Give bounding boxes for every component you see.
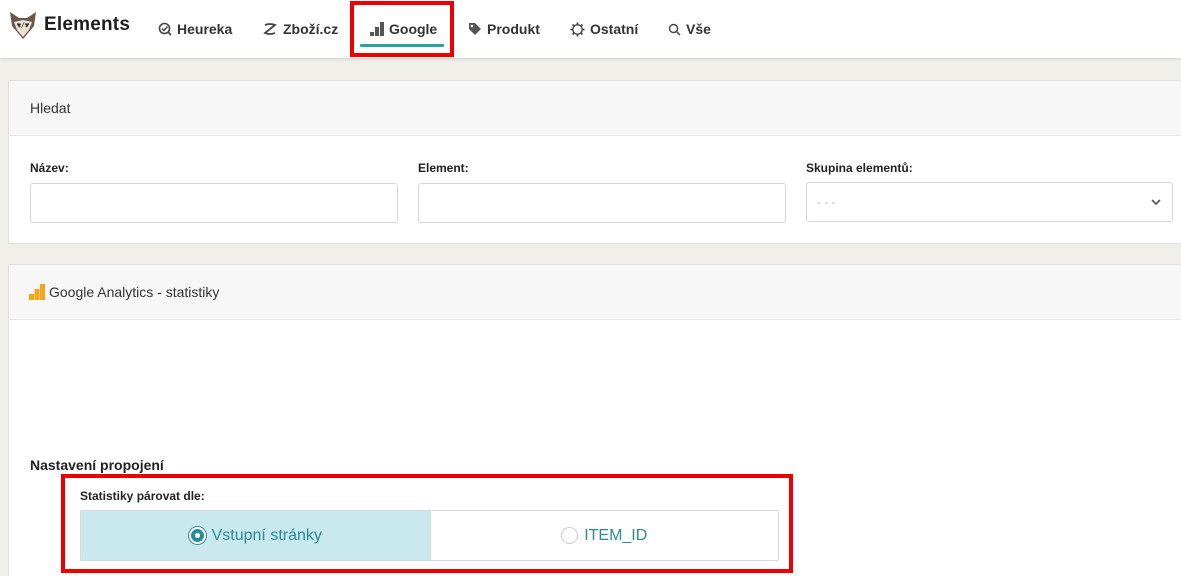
analytics-panel-title: Google Analytics - statistiky <box>49 284 220 300</box>
nav-item-zbozi[interactable]: Zboží.cz <box>262 0 338 58</box>
nav-item-label: Google <box>389 21 438 37</box>
zbozi-icon <box>262 22 278 36</box>
analytics-panel-header: Google Analytics - statistiky <box>9 265 1181 320</box>
nav-item-label: Ostatní <box>590 21 639 37</box>
radio-option-entry-pages[interactable]: Vstupní stránky <box>81 511 430 560</box>
gear-icon <box>570 21 585 37</box>
radio-option-label: ITEM_ID <box>584 526 648 544</box>
svg-text:</>: </> <box>17 21 30 29</box>
app-logo[interactable]: </> Elements <box>8 10 130 40</box>
group-field-label: Skupina elementů: <box>806 161 913 175</box>
nav-item-label: Vše <box>686 21 711 37</box>
search-panel: Hledat Název: Element: Skupina elementů:… <box>8 80 1181 244</box>
nav-item-google[interactable]: Google <box>370 0 437 58</box>
chevron-down-icon <box>1150 196 1162 211</box>
google-bars-icon <box>370 22 384 36</box>
nav-item-heureka[interactable]: Heureka <box>158 0 232 58</box>
pair-stats-label: Statistiky párovat dle: <box>80 489 205 503</box>
app-name: Elements <box>44 14 131 35</box>
radio-option-item-id[interactable]: ITEM_ID <box>429 511 778 560</box>
tag-icon <box>468 22 482 36</box>
element-field-label: Element: <box>418 161 469 175</box>
analytics-panel: Google Analytics - statistiky Nastavení … <box>8 264 1181 576</box>
radio-selected-icon <box>188 527 206 544</box>
search-icon <box>668 23 681 36</box>
fox-logo-icon: </> <box>8 10 38 40</box>
search-panel-title: Hledat <box>9 81 1181 136</box>
radio-unselected-icon <box>561 527 579 544</box>
heureka-icon <box>158 22 172 36</box>
connection-settings-title: Nastavení propojení <box>30 457 164 473</box>
nav-item-label: Zboží.cz <box>283 21 339 37</box>
nav-item-produkt[interactable]: Produkt <box>468 0 540 58</box>
name-input[interactable] <box>30 183 398 223</box>
radio-option-label: Vstupní stránky <box>211 526 322 544</box>
nav-item-label: Produkt <box>487 21 540 37</box>
nav-item-vse[interactable]: Vše <box>668 0 711 58</box>
group-select[interactable]: - - - <box>806 182 1173 222</box>
element-input[interactable] <box>418 183 786 223</box>
name-field-label: Název: <box>30 161 69 175</box>
group-select-value: - - - <box>817 195 836 209</box>
active-tab-indicator <box>360 44 444 47</box>
top-navigation-bar: </> Elements Heureka Zboží.cz Google Pro… <box>0 0 1181 58</box>
nav-item-label: Heureka <box>177 21 233 37</box>
pair-by-radio-group: Vstupní stránky ITEM_ID <box>80 510 779 561</box>
google-analytics-icon <box>29 284 45 300</box>
nav-item-ostatni[interactable]: Ostatní <box>570 0 638 58</box>
